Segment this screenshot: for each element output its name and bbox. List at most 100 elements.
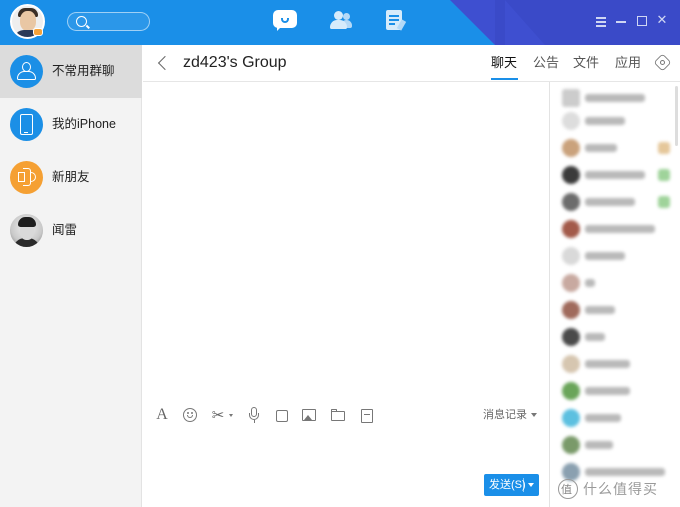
speaker-cone [23,168,31,186]
member-name [585,468,665,476]
menu-bar [596,17,606,19]
search-input[interactable] [67,12,150,31]
sidebar-item-iphone[interactable]: 我的iPhone [0,98,142,151]
folder-icon[interactable] [329,406,347,424]
docs-icon[interactable] [385,10,409,32]
maximize-icon[interactable] [635,14,649,28]
minimize-icon[interactable] [614,14,628,28]
scrollbar[interactable] [675,86,678,146]
list-item[interactable] [562,328,674,346]
avatar [562,193,580,211]
sidebar-item-label: 新朋友 [52,170,90,184]
member-name [585,144,617,152]
sticker-icon[interactable] [273,406,291,424]
list-item[interactable] [562,355,674,373]
sidebar-item-label: 不常用群聊 [52,64,115,78]
list-item[interactable] [562,112,674,130]
chat-bubble-tail [277,26,282,31]
chat-header: zd423's Group 聊天 公告 文件 应用 [143,45,680,82]
page-title: zd423's Group [183,54,287,71]
member-name [585,94,645,102]
list-item[interactable] [562,301,674,319]
scissors-icon[interactable]: ✂ [209,406,227,424]
tab-apps[interactable]: 应用 [615,45,641,81]
search-icon [562,112,580,130]
message-list[interactable] [143,82,549,397]
avatar [562,301,580,319]
sidebar-item-new-friends[interactable]: 新朋友 [0,151,142,204]
list-item[interactable] [562,247,674,265]
sidebar-item-wenlei[interactable]: 闻雷 [0,204,142,257]
doc-line [389,19,399,21]
member-name [585,306,615,314]
tab-files[interactable]: 文件 [573,45,599,81]
sidebar: 不常用群聊 我的iPhone 新朋友 闻雷 [0,45,142,507]
phone-outline [20,114,33,135]
send-separator [523,478,524,492]
microphone-icon[interactable] [245,406,263,424]
emoji-icon[interactable] [181,406,199,424]
send-button-label: 发送(S) [489,479,526,491]
watermark: 什么值得买 [558,477,680,503]
member-name [585,198,635,206]
list-item[interactable] [562,166,674,184]
member-name [585,441,613,449]
compose-toolbar: A ✂ 消息记录 [143,397,549,433]
contacts-icon[interactable] [328,10,352,32]
message-input[interactable]: 发送(S) [143,433,549,507]
avatar-hair [18,217,36,227]
emoji-eye [187,412,189,414]
screenshot-line [364,414,370,416]
contact-head [334,11,343,20]
font-icon[interactable]: A [153,406,171,424]
image-icon[interactable] [300,406,318,424]
avatar [10,214,43,247]
message-history-button[interactable]: 消息记录 [483,397,527,433]
minimize-bar [616,21,626,23]
avatar [562,139,580,157]
list-item[interactable] [562,220,674,238]
member-name [585,279,595,287]
titlebar-decoration [450,0,495,45]
doc-line [389,15,399,17]
chevron-down-icon[interactable] [531,413,537,417]
search-icon [76,16,87,27]
list-item[interactable] [562,274,674,292]
avatar [562,274,580,292]
tab-chat[interactable]: 聊天 [491,45,517,81]
member-name [585,117,625,125]
member-name [585,225,655,233]
speaker-wave [31,172,36,182]
back-icon[interactable] [157,56,169,70]
avatar [562,328,580,346]
list-item[interactable] [562,436,674,454]
sidebar-item-label: 我的iPhone [52,117,116,131]
sidebar-item-group-chat[interactable]: 不常用群聊 [0,45,142,98]
chevron-down-icon[interactable] [229,414,233,417]
watermark-text: 什么值得买 [583,482,658,498]
member-name [585,360,630,368]
list-item[interactable] [562,139,674,157]
member-name [585,171,645,179]
contact-body [330,20,347,29]
speaker-icon [10,161,43,194]
list-item [562,89,674,107]
menu-icon[interactable] [594,14,608,28]
screenshot-icon[interactable] [358,406,376,424]
avatar [562,382,580,400]
tab-announcement[interactable]: 公告 [533,45,559,81]
settings-dot [660,60,665,65]
close-icon[interactable]: ✕ [655,14,669,28]
chat-icon[interactable] [273,10,297,32]
list-item[interactable] [562,193,674,211]
chevron-down-icon[interactable] [528,483,534,487]
menu-bar [596,25,606,27]
list-item[interactable] [562,382,674,400]
list-item[interactable] [562,409,674,427]
settings-icon[interactable] [653,53,672,72]
folder-body [331,411,345,421]
member-name [585,252,625,260]
contact-head [343,13,350,20]
send-button[interactable]: 发送(S) [484,474,539,496]
member-list[interactable] [549,82,680,507]
